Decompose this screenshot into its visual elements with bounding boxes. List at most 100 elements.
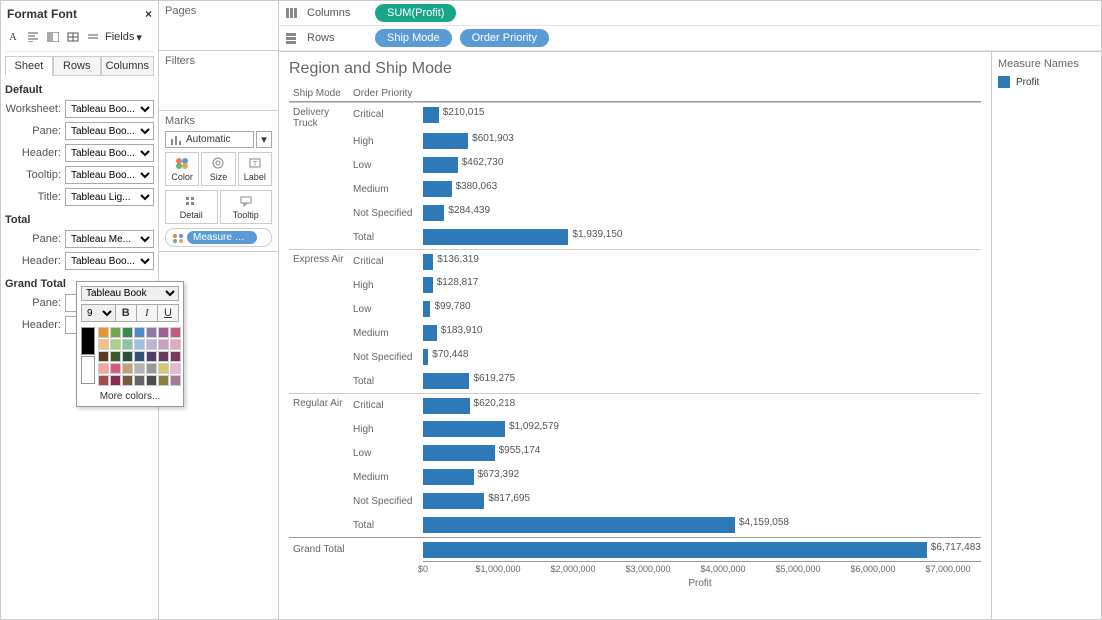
color-swatch[interactable]	[110, 327, 121, 338]
bar[interactable]: $284,439	[423, 205, 444, 221]
bold-button[interactable]: B	[116, 304, 137, 322]
rows-shelf[interactable]: Rows Ship Mode Order Priority	[279, 26, 1101, 51]
color-swatch[interactable]	[170, 327, 181, 338]
color-swatch[interactable]	[146, 351, 157, 362]
color-swatch-white[interactable]	[81, 356, 95, 384]
color-swatch[interactable]	[98, 351, 109, 362]
bar[interactable]: $99,780	[423, 301, 430, 317]
color-swatch[interactable]	[122, 339, 133, 350]
label-worksheet: Worksheet:	[5, 103, 61, 115]
underline-button[interactable]: U	[158, 304, 179, 322]
color-swatch[interactable]	[146, 339, 157, 350]
color-swatch[interactable]	[110, 363, 121, 374]
bar[interactable]: $620,218	[423, 398, 470, 414]
chevron-down-icon: ▾	[136, 31, 142, 44]
marks-tooltip[interactable]: Tooltip	[220, 190, 273, 224]
bar[interactable]: $673,392	[423, 469, 474, 485]
bar[interactable]: $462,730	[423, 157, 458, 173]
bar[interactable]: $817,695	[423, 493, 484, 509]
tab-sheet[interactable]: Sheet	[5, 56, 53, 76]
font-size-select[interactable]: 9	[81, 304, 116, 322]
select-title[interactable]: Tableau Lig...	[65, 188, 154, 206]
bar-grand-total[interactable]: $6,717,483	[423, 542, 927, 558]
select-pane-total[interactable]: Tableau Me...	[65, 230, 154, 248]
columns-pill-profit[interactable]: SUM(Profit)	[375, 4, 456, 22]
color-swatch[interactable]	[158, 327, 169, 338]
bar[interactable]: $128,817	[423, 277, 433, 293]
marks-color[interactable]: Color	[165, 152, 199, 186]
label-icon: T	[241, 156, 269, 170]
color-swatch[interactable]	[134, 363, 145, 374]
color-swatch[interactable]	[170, 363, 181, 374]
select-header-total[interactable]: Tableau Boo...	[65, 252, 154, 270]
color-swatch[interactable]	[110, 339, 121, 350]
bar[interactable]: $136,319	[423, 254, 433, 270]
more-colors-link[interactable]: More colors...	[81, 391, 179, 402]
color-swatch[interactable]	[122, 363, 133, 374]
color-swatch[interactable]	[158, 351, 169, 362]
bar[interactable]: $1,939,150	[423, 229, 568, 245]
lines-icon[interactable]	[85, 29, 101, 45]
italic-button[interactable]: I	[137, 304, 158, 322]
header-priority: Order Priority	[349, 86, 419, 102]
x-tick-label: $1,000,000	[475, 564, 520, 574]
borders-icon[interactable]	[65, 29, 81, 45]
color-swatch[interactable]	[158, 339, 169, 350]
bar[interactable]: $1,092,579	[423, 421, 505, 437]
color-swatch-black[interactable]	[81, 327, 95, 355]
bar[interactable]: $70,448	[423, 349, 428, 365]
rows-icon	[285, 32, 299, 44]
marks-size[interactable]: Size	[201, 152, 235, 186]
color-swatch[interactable]	[134, 351, 145, 362]
bar[interactable]: $601,903	[423, 133, 468, 149]
align-icon[interactable]	[25, 29, 41, 45]
marks-type-dropdown[interactable]: ▾	[256, 131, 272, 148]
bar[interactable]: $210,015	[423, 107, 439, 123]
bar[interactable]: $955,174	[423, 445, 495, 461]
color-swatch[interactable]	[98, 327, 109, 338]
color-swatch[interactable]	[170, 339, 181, 350]
fields-dropdown[interactable]: Fields▾	[105, 31, 142, 44]
color-swatch[interactable]	[122, 351, 133, 362]
color-swatch[interactable]	[146, 375, 157, 386]
color-swatch[interactable]	[134, 339, 145, 350]
color-swatch[interactable]	[122, 375, 133, 386]
color-swatch[interactable]	[110, 351, 121, 362]
color-swatch[interactable]	[98, 363, 109, 374]
rows-pill-priority[interactable]: Order Priority	[460, 29, 549, 47]
color-swatch[interactable]	[158, 363, 169, 374]
bar[interactable]: $183,910	[423, 325, 437, 341]
marks-label[interactable]: T Label	[238, 152, 272, 186]
marks-detail[interactable]: Detail	[165, 190, 218, 224]
rows-pill-shipmode[interactable]: Ship Mode	[375, 29, 452, 47]
x-tick-label: $4,000,000	[700, 564, 745, 574]
color-swatch[interactable]	[146, 327, 157, 338]
tab-columns[interactable]: Columns	[101, 56, 154, 75]
color-swatch[interactable]	[170, 375, 181, 386]
bar[interactable]: $4,159,058	[423, 517, 735, 533]
color-swatch[interactable]	[122, 327, 133, 338]
columns-shelf[interactable]: Columns SUM(Profit)	[279, 1, 1101, 26]
color-swatch[interactable]	[134, 375, 145, 386]
font-a-icon[interactable]: A	[5, 29, 21, 45]
select-pane-default[interactable]: Tableau Boo...	[65, 122, 154, 140]
bar[interactable]: $380,063	[423, 181, 452, 197]
color-swatch[interactable]	[146, 363, 157, 374]
marks-type-select[interactable]: Automatic	[165, 131, 254, 148]
color-swatch[interactable]	[98, 339, 109, 350]
color-swatch[interactable]	[110, 375, 121, 386]
select-tooltip[interactable]: Tableau Boo...	[65, 166, 154, 184]
color-swatch[interactable]	[158, 375, 169, 386]
legend-item-profit[interactable]: Profit	[998, 76, 1095, 88]
color-swatch[interactable]	[170, 351, 181, 362]
marks-measure-names-pill[interactable]: Measure Nam...	[165, 228, 272, 247]
select-header-default[interactable]: Tableau Boo...	[65, 144, 154, 162]
tab-rows[interactable]: Rows	[53, 56, 101, 75]
select-worksheet[interactable]: Tableau Boo...	[65, 100, 154, 118]
bar[interactable]: $619,275	[423, 373, 469, 389]
shading-icon[interactable]	[45, 29, 61, 45]
font-family-select[interactable]: Tableau Book	[81, 286, 179, 301]
color-swatch[interactable]	[98, 375, 109, 386]
color-swatch[interactable]	[134, 327, 145, 338]
close-icon[interactable]: ×	[145, 7, 152, 21]
